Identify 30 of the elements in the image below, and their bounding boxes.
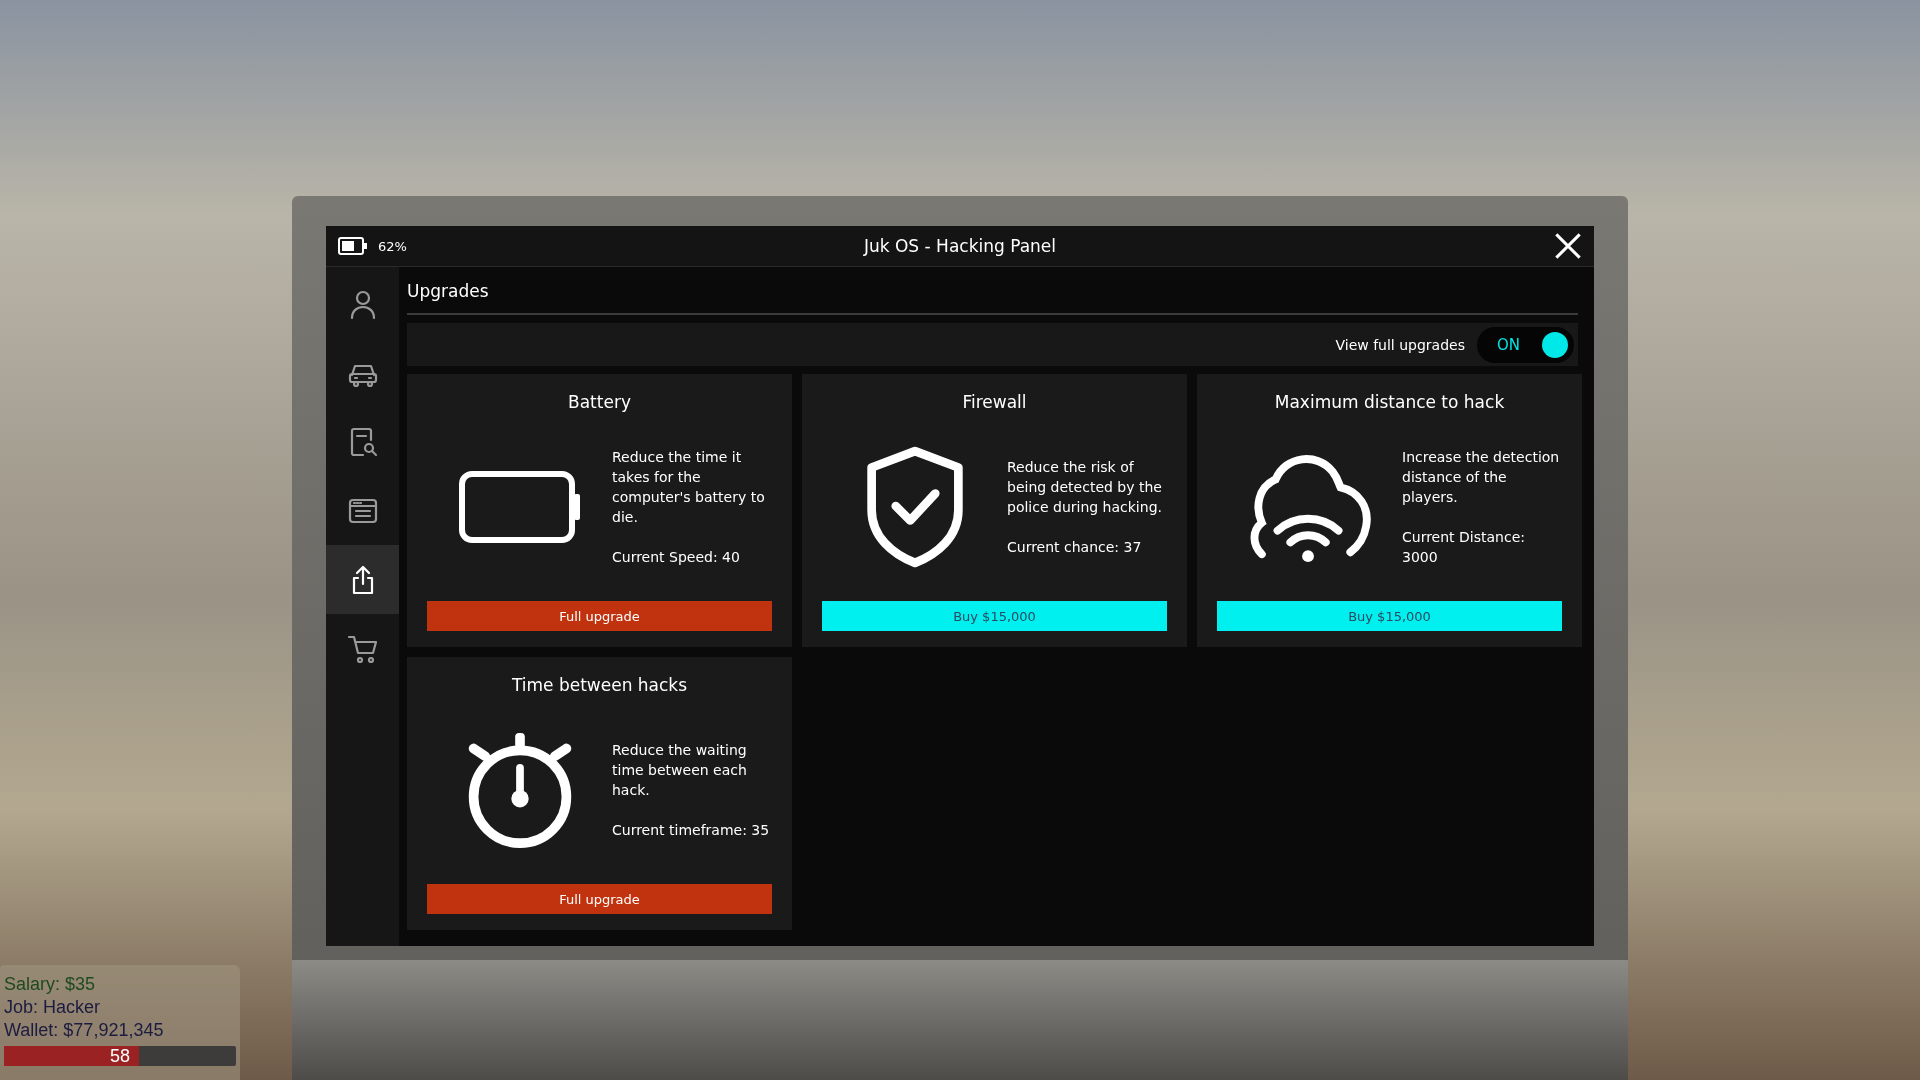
job-text: Job: Hacker bbox=[4, 996, 102, 1019]
battery-percent: 62% bbox=[378, 238, 407, 254]
close-icon bbox=[1554, 232, 1582, 260]
card-title: Maximum distance to hack bbox=[1273, 392, 1506, 412]
card-description: Reduce the time it takes for the computer's battery to die. bbox=[612, 447, 766, 527]
current-value: Current Distance: 3000 bbox=[1402, 527, 1526, 567]
close-button[interactable] bbox=[1554, 232, 1582, 260]
current-value: Current timeframe: 35 bbox=[612, 820, 771, 840]
wallet-text: Wallet: $77,921,345 bbox=[4, 1019, 165, 1042]
upgrade-button[interactable]: Full upgrade bbox=[427, 601, 772, 631]
card-title: Time between hacks bbox=[510, 675, 689, 695]
current-value: Current chance: 37 bbox=[1007, 537, 1143, 557]
card-description: Reduce the waiting time between each hack. bbox=[612, 740, 748, 800]
toggle-label: View full upgrades bbox=[1335, 336, 1465, 353]
battery-icon bbox=[457, 469, 582, 544]
toggle-switch[interactable]: ON bbox=[1476, 326, 1574, 363]
buy-button[interactable]: Buy $15,000 bbox=[822, 601, 1167, 631]
battery-icon bbox=[338, 237, 368, 255]
card-title: Battery bbox=[567, 392, 632, 412]
upgrade-button[interactable]: Full upgrade bbox=[427, 884, 772, 914]
sidebar-item[interactable] bbox=[326, 545, 399, 614]
salary-text: Salary: $35 bbox=[4, 973, 97, 996]
buy-button[interactable]: Buy $15,000 bbox=[1217, 601, 1562, 631]
current-value: Current Speed: 40 bbox=[612, 547, 741, 567]
section-title: Upgrades bbox=[407, 267, 1578, 315]
card-description: Reduce the risk of being detected by the police during hacking. bbox=[1007, 457, 1163, 517]
window-title: Juk OS - Hacking Panel bbox=[863, 236, 1057, 256]
health-value: 58 bbox=[109, 1046, 131, 1066]
card-description: Increase the detection distance of the players. bbox=[1402, 447, 1561, 507]
card-title: Firewall bbox=[961, 392, 1028, 412]
